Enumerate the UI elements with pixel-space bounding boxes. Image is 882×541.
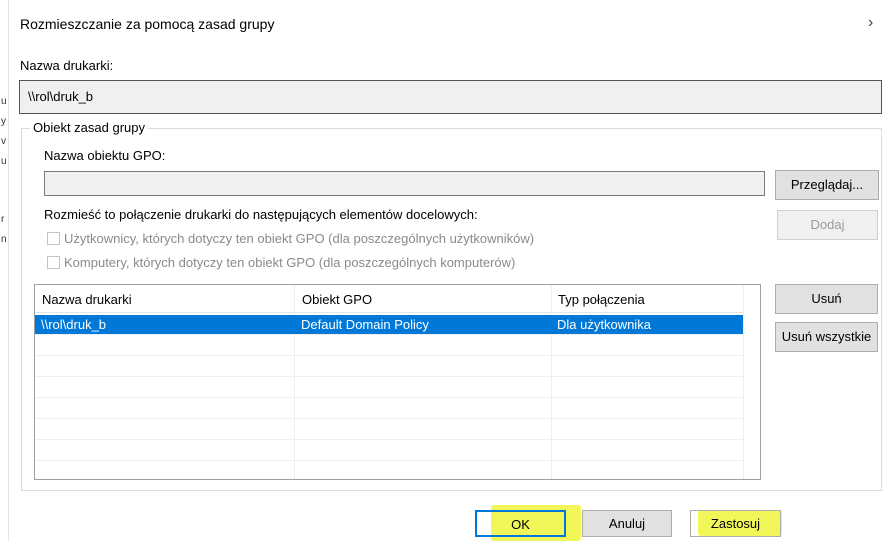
- close-icon[interactable]: ›: [868, 14, 873, 32]
- deploy-targets-label: Rozmieść to połączenie drukarki do nastę…: [44, 207, 478, 222]
- empty-row: [35, 378, 743, 398]
- table-row[interactable]: \\rol\druk_b Default Domain Policy Dla u…: [35, 315, 743, 335]
- background-fragment: n: [1, 234, 7, 245]
- dialog-title: Rozmieszczanie za pomocą zasad grupy: [20, 16, 275, 32]
- gpo-name-field[interactable]: [44, 171, 765, 196]
- background-fragment: u: [1, 156, 7, 167]
- printer-name-value: \\rol\druk_b: [28, 89, 94, 104]
- cell-printer: \\rol\druk_b: [41, 317, 107, 332]
- empty-row: [35, 357, 743, 377]
- add-button[interactable]: Dodaj: [777, 210, 878, 240]
- cell-gpo: Default Domain Policy: [301, 317, 429, 332]
- background-fragment: u: [1, 96, 7, 107]
- cell-connection-type: Dla użytkownika: [557, 317, 651, 332]
- background-fragment: r: [1, 214, 5, 225]
- browse-button[interactable]: Przeglądaj...: [775, 170, 879, 200]
- printer-name-label: Nazwa drukarki:: [20, 58, 114, 73]
- empty-row: [35, 399, 743, 419]
- empty-row: [35, 336, 743, 356]
- users-checkbox[interactable]: [47, 232, 60, 245]
- printer-name-field[interactable]: [19, 80, 882, 114]
- ok-button[interactable]: OK: [475, 510, 566, 537]
- printer-connections-list[interactable]: Nazwa drukarki Obiekt GPO Typ połączenia…: [34, 284, 761, 480]
- background-fragment: y: [1, 116, 6, 127]
- dialog-left-border: [8, 0, 9, 541]
- gpo-name-label: Nazwa obiektu GPO:: [44, 148, 166, 163]
- list-scrollbar[interactable]: [743, 285, 760, 479]
- background-fragment: v: [1, 136, 6, 147]
- remove-all-button[interactable]: Usuń wszystkie: [775, 322, 878, 352]
- apply-button[interactable]: Zastosuj: [690, 510, 781, 537]
- gpo-group-legend: Obiekt zasad grupy: [30, 120, 149, 135]
- column-header-printer[interactable]: Nazwa drukarki: [42, 292, 132, 307]
- computers-checkbox[interactable]: [47, 256, 60, 269]
- empty-row: [35, 441, 743, 461]
- column-header-connection-type[interactable]: Typ połączenia: [558, 292, 645, 307]
- column-header-gpo[interactable]: Obiekt GPO: [302, 292, 372, 307]
- remove-button[interactable]: Usuń: [775, 284, 878, 314]
- computers-checkbox-label: Komputery, których dotyczy ten obiekt GP…: [64, 255, 516, 270]
- background-window-edge: u y v u r n: [0, 0, 12, 541]
- list-header: Nazwa drukarki Obiekt GPO Typ połączenia: [35, 285, 760, 313]
- empty-row: [35, 420, 743, 440]
- users-checkbox-label: Użytkownicy, których dotyczy ten obiekt …: [64, 231, 535, 246]
- cancel-button[interactable]: Anuluj: [582, 510, 672, 537]
